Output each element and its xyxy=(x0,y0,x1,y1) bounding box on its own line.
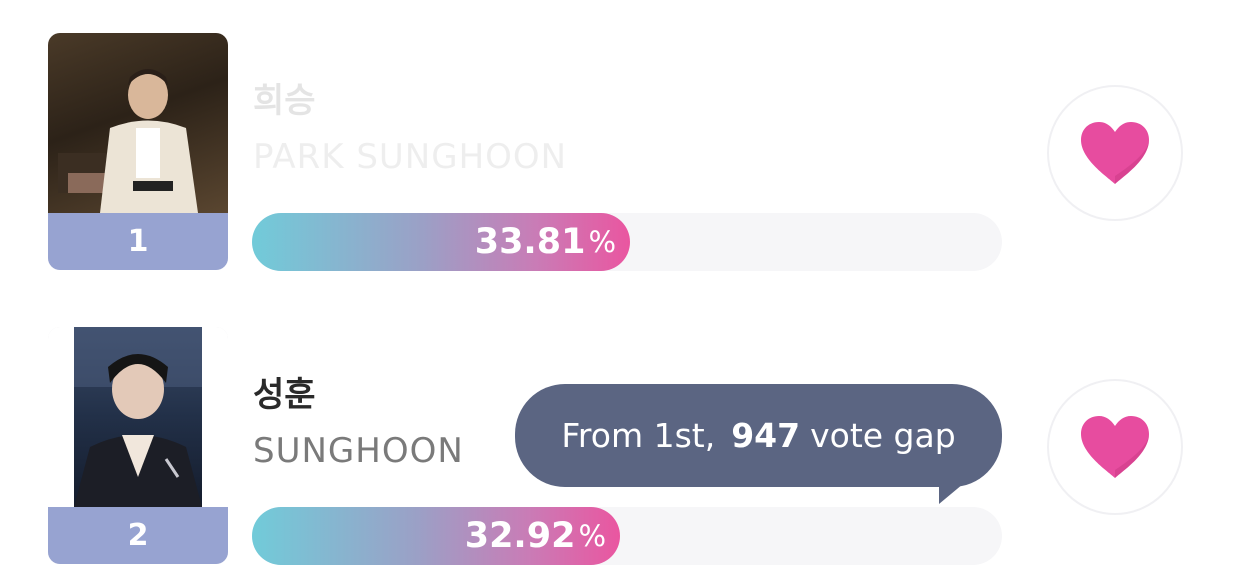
name-english: SUNGHOON xyxy=(253,431,464,471)
profile-photo-2 xyxy=(74,327,202,507)
heart-icon xyxy=(1081,122,1149,184)
percentage-label: 33.81% xyxy=(475,213,616,271)
person-photo-icon xyxy=(58,69,198,213)
tooltip-suffix: vote gap xyxy=(810,416,956,455)
rank-badge: 2 xyxy=(48,507,228,564)
ranking-entry-1: 1 희승 PARK SUNGHOON 33.81% xyxy=(0,33,1242,273)
heart-icon xyxy=(1081,416,1149,478)
vote-heart-button[interactable] xyxy=(1047,85,1183,221)
profile-card-1[interactable]: 1 xyxy=(48,33,228,270)
profile-card-2[interactable]: 2 xyxy=(48,327,228,564)
vote-gap-count: 947 xyxy=(731,416,801,455)
vote-percentage-fill: 32.92% xyxy=(252,507,620,565)
name-korean: 성훈 xyxy=(253,375,316,415)
name-english: PARK SUNGHOON xyxy=(253,137,568,177)
vote-percentage-bar: 32.92% xyxy=(252,507,1002,565)
vote-percentage-bar: 33.81% xyxy=(252,213,1002,271)
profile-photo-frame-2 xyxy=(48,327,228,507)
percentage-value: 32.92 xyxy=(464,516,576,556)
percentage-value: 33.81 xyxy=(474,222,586,262)
rank-badge: 1 xyxy=(48,213,228,270)
tooltip-prefix: From 1st, xyxy=(561,416,716,455)
profile-photo-1 xyxy=(48,33,228,213)
name-korean: 희승 xyxy=(253,81,316,121)
vote-heart-button[interactable] xyxy=(1047,379,1183,515)
percentage-label: 32.92% xyxy=(465,507,606,565)
vote-percentage-fill: 33.81% xyxy=(252,213,630,271)
percent-sign: % xyxy=(578,519,606,553)
person-photo-icon xyxy=(74,327,202,507)
tooltip-tail xyxy=(939,484,963,504)
percent-sign: % xyxy=(588,225,616,259)
vote-gap-tooltip: From 1st, 947 vote gap xyxy=(515,384,1002,487)
